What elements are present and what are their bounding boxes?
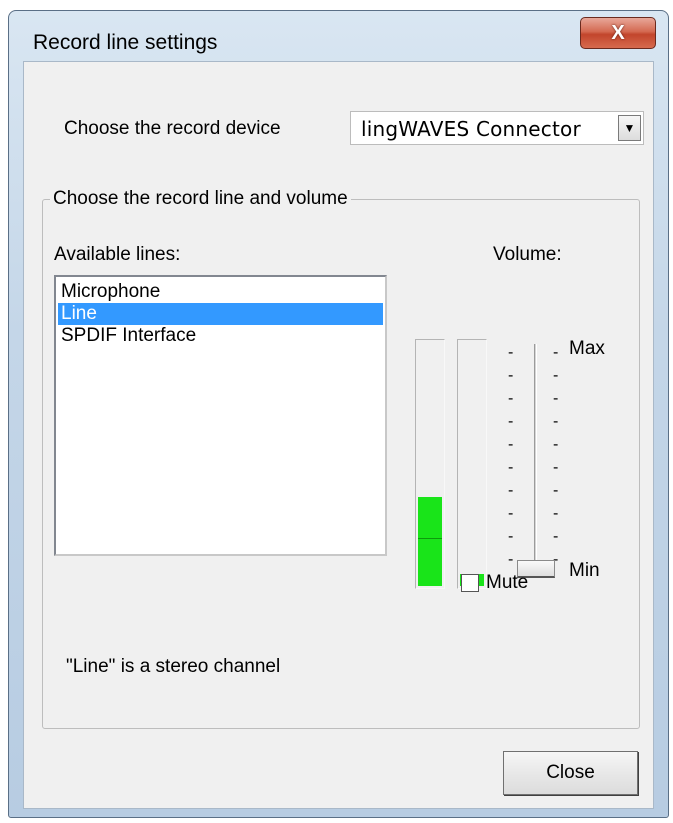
tick-mark: - [508,390,514,407]
window-close-button[interactable]: X [580,17,656,49]
line-status-text: "Line" is a stereo channel [66,656,281,677]
tick-mark: - [553,528,559,545]
record-device-label: Choose the record device [64,118,281,139]
tick-mark: - [508,436,514,453]
record-device-select[interactable]: lingWAVES Connector ▼ [350,111,644,145]
tick-mark: - [508,344,514,361]
close-icon: X [611,21,625,44]
close-button[interactable]: Close [503,751,638,795]
tick-mark: - [553,413,559,430]
level-meter-left [415,339,445,589]
chevron-down-icon[interactable]: ▼ [618,115,641,141]
tick-mark: - [553,482,559,499]
tick-mark: - [508,413,514,430]
available-lines-label: Available lines: [54,244,181,265]
tick-mark: - [508,367,514,384]
level-meter-left-fill [418,497,442,586]
tick-mark: - [508,551,514,568]
dialog-body: Choose the record device lingWAVES Conne… [23,61,654,809]
mute-label[interactable]: Mute [486,572,528,594]
tick-mark: - [508,482,514,499]
level-meter-right [457,339,487,589]
volume-max-label: Max [569,338,605,359]
tick-mark: - [553,390,559,407]
tick-mark: - [508,528,514,545]
volume-min-label: Min [569,560,600,581]
list-item-microphone[interactable]: Microphone [58,281,383,303]
tick-mark: - [553,505,559,522]
tick-mark: - [553,436,559,453]
volume-label: Volume: [493,244,562,265]
tick-mark: - [553,459,559,476]
list-item-spdif-interface[interactable]: SPDIF Interface [58,325,383,347]
list-item-line[interactable]: Line [58,303,383,325]
window-title: Record line settings [33,31,218,54]
tick-mark: - [508,505,514,522]
volume-slider-track[interactable] [534,344,537,574]
tick-mark: - [508,459,514,476]
title-bar[interactable]: Record line settings X [9,11,668,63]
available-lines-list[interactable]: Microphone Line SPDIF Interface [54,275,387,556]
level-meter-left-marker [418,538,442,539]
group-legend: Choose the record line and volume [50,188,351,210]
tick-mark: - [553,344,559,361]
dialog-window: Record line settings X Choose the record… [8,10,669,818]
tick-mark: - [553,367,559,384]
record-device-value: lingWAVES Connector [361,117,581,141]
mute-checkbox[interactable] [461,574,479,592]
